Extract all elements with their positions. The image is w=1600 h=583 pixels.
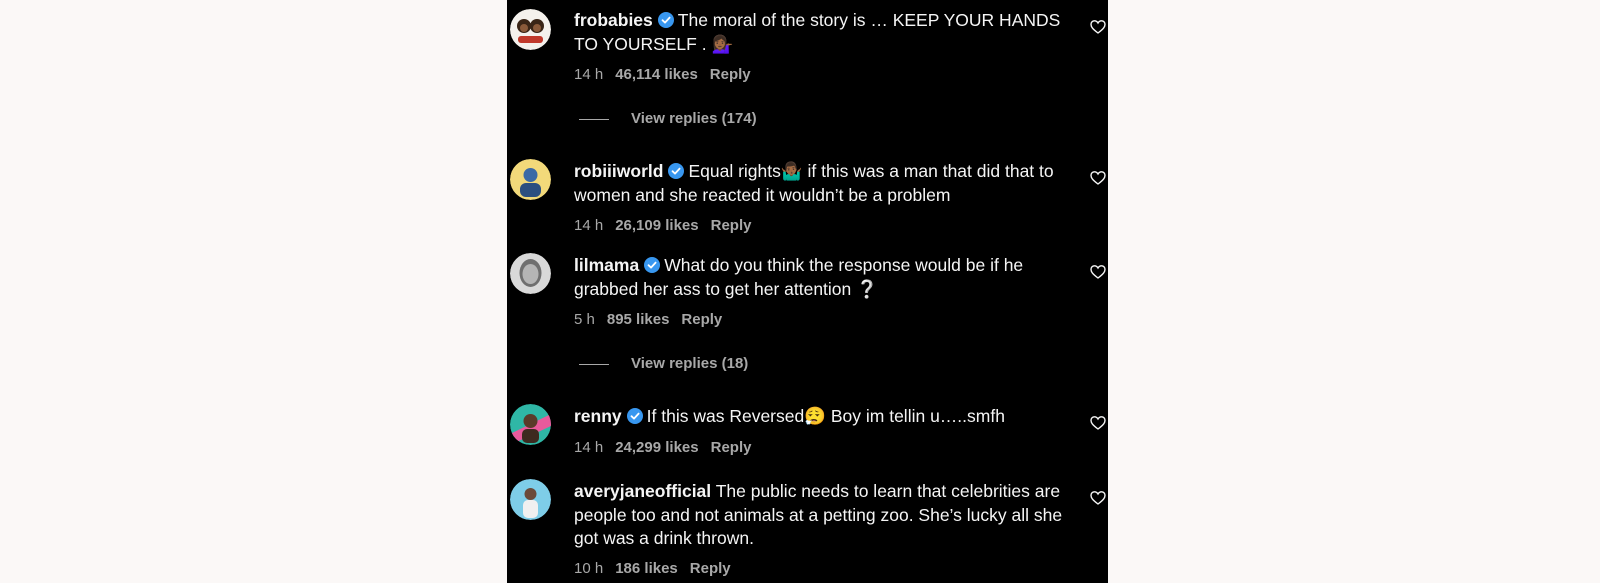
comment-time[interactable]: 14 h	[574, 217, 603, 234]
comment-body: renny If this was Reversed😮‍💨 Boy im tell…	[574, 405, 1064, 429]
verified-badge-icon	[626, 408, 643, 424]
reply-button[interactable]: Reply	[690, 560, 731, 577]
comment-username[interactable]: robiiiworld	[574, 161, 663, 181]
comment-username[interactable]: averyjaneofficial	[574, 481, 711, 501]
comment-meta: 5 h 895 likes Reply	[574, 311, 734, 328]
comment-username[interactable]: lilmama	[574, 255, 639, 275]
avatar[interactable]	[510, 479, 551, 520]
view-replies-button[interactable]: View replies (174)	[579, 110, 757, 127]
reply-button[interactable]: Reply	[681, 311, 722, 328]
verified-badge-icon	[657, 12, 674, 28]
comment-time[interactable]: 10 h	[574, 560, 603, 577]
view-replies-label: View replies (18)	[631, 355, 749, 372]
comment-meta: 10 h 186 likes Reply	[574, 560, 743, 577]
heart-icon[interactable]	[1090, 19, 1106, 35]
comment-username[interactable]: renny	[574, 406, 622, 426]
comment-likes[interactable]: 46,114 likes	[615, 66, 698, 83]
comment-body: robiiiworld Equal rights🤷🏾‍♂️ if this was…	[574, 160, 1064, 207]
comment-meta: 14 h 24,299 likes Reply	[574, 439, 763, 456]
comment-likes[interactable]: 895 likes	[607, 311, 670, 328]
reply-button[interactable]: Reply	[711, 217, 752, 234]
avatar[interactable]	[510, 404, 551, 445]
comment-time[interactable]: 14 h	[574, 439, 603, 456]
comment-meta: 14 h 46,114 likes Reply	[574, 66, 763, 83]
heart-icon[interactable]	[1090, 490, 1106, 506]
heart-icon[interactable]	[1090, 170, 1106, 186]
comment-text: What do you think the response would be …	[574, 255, 1024, 299]
replies-divider	[579, 363, 609, 365]
view-replies-button[interactable]: View replies (18)	[579, 355, 748, 372]
heart-icon[interactable]	[1090, 264, 1106, 280]
comment-likes[interactable]: 186 likes	[615, 560, 678, 577]
view-replies-label: View replies (174)	[631, 110, 757, 127]
verified-badge-icon	[644, 257, 661, 273]
reply-button[interactable]: Reply	[711, 439, 752, 456]
comment-likes[interactable]: 26,109 likes	[615, 217, 698, 234]
replies-divider	[579, 118, 609, 120]
comment-meta: 14 h 26,109 likes Reply	[574, 217, 763, 234]
heart-icon[interactable]	[1090, 415, 1106, 431]
comment-text: If this was Reversed😮‍💨 Boy im tellin u……	[646, 406, 1005, 426]
avatar[interactable]	[510, 9, 551, 50]
comment-body: lilmama What do you think the response wo…	[574, 254, 1064, 301]
avatar[interactable]	[510, 159, 551, 200]
comments-panel: frobabies The moral of the story is … KEE…	[507, 0, 1108, 583]
comment-body: frobabies The moral of the story is … KEE…	[574, 9, 1064, 56]
avatar[interactable]	[510, 253, 551, 294]
comment-body: averyjaneofficial The public needs to le…	[574, 480, 1064, 551]
comment-time[interactable]: 14 h	[574, 66, 603, 83]
reply-button[interactable]: Reply	[710, 66, 751, 83]
comment-username[interactable]: frobabies	[574, 10, 653, 30]
verified-badge-icon	[668, 163, 685, 179]
comment-likes[interactable]: 24,299 likes	[615, 439, 698, 456]
comment-time[interactable]: 5 h	[574, 311, 595, 328]
